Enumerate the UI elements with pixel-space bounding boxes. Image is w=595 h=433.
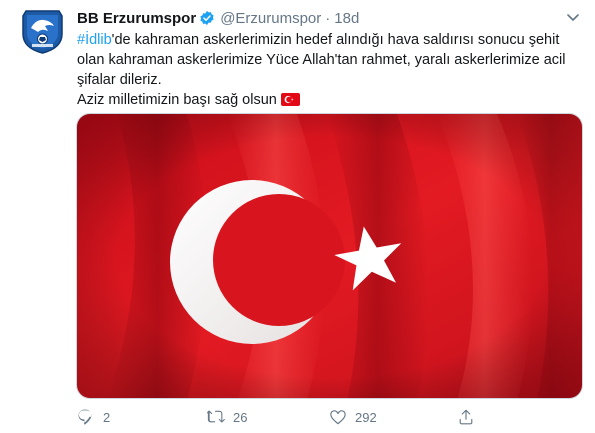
tweet-text: #İdlib'de kahraman askerlerimizin hedef …	[77, 30, 583, 112]
tweet-line-4: Aziz milletimizin başı sağ olsun	[77, 92, 277, 108]
club-crest-icon	[22, 10, 63, 54]
like-button[interactable]: 292	[329, 406, 377, 428]
separator-dot: ·	[325, 9, 331, 27]
retweet-button[interactable]: 26	[207, 406, 247, 428]
verified-badge-icon	[199, 10, 215, 26]
like-count: 292	[355, 409, 377, 425]
heart-icon	[330, 410, 346, 425]
hashtag-link[interactable]: #İdlib	[77, 32, 112, 48]
retweet-icon	[207, 410, 225, 423]
tweet-line-2: olan kahraman askerlerimize Yüce Allah't…	[77, 52, 566, 68]
tweet-line-4-wrap: Aziz milletimizin başı sağ olsun	[77, 90, 583, 112]
share-button[interactable]	[457, 406, 475, 428]
turkey-flag-emoji	[280, 92, 300, 112]
timestamp[interactable]: 18d	[334, 10, 359, 27]
tweet: BB Erzurumspor @Erzurumspor · 18d #İdlib…	[0, 0, 595, 433]
turkish-flag-image	[77, 114, 582, 398]
chevron-down-icon[interactable]	[565, 9, 581, 25]
handle[interactable]: @Erzurumspor	[220, 10, 321, 27]
tweet-actions: 2 26 292	[77, 406, 583, 428]
tweet-line-1-rest: 'de kahraman askerlerimizin hedef alındı…	[111, 32, 560, 48]
reply-button[interactable]: 2	[77, 406, 110, 428]
tweet-line-3: şifalar dileriz.	[77, 72, 162, 88]
tweet-media-image[interactable]	[76, 113, 583, 399]
retweet-count: 26	[233, 409, 248, 425]
reply-icon	[78, 409, 92, 425]
reply-count: 2	[103, 409, 111, 425]
display-name[interactable]: BB Erzurumspor	[77, 10, 196, 27]
tweet-header: BB Erzurumspor @Erzurumspor · 18d	[77, 8, 581, 28]
tweet-line-1: #İdlib'de kahraman askerlerimizin hedef …	[77, 30, 583, 50]
avatar[interactable]	[18, 6, 67, 55]
share-icon	[459, 409, 473, 425]
